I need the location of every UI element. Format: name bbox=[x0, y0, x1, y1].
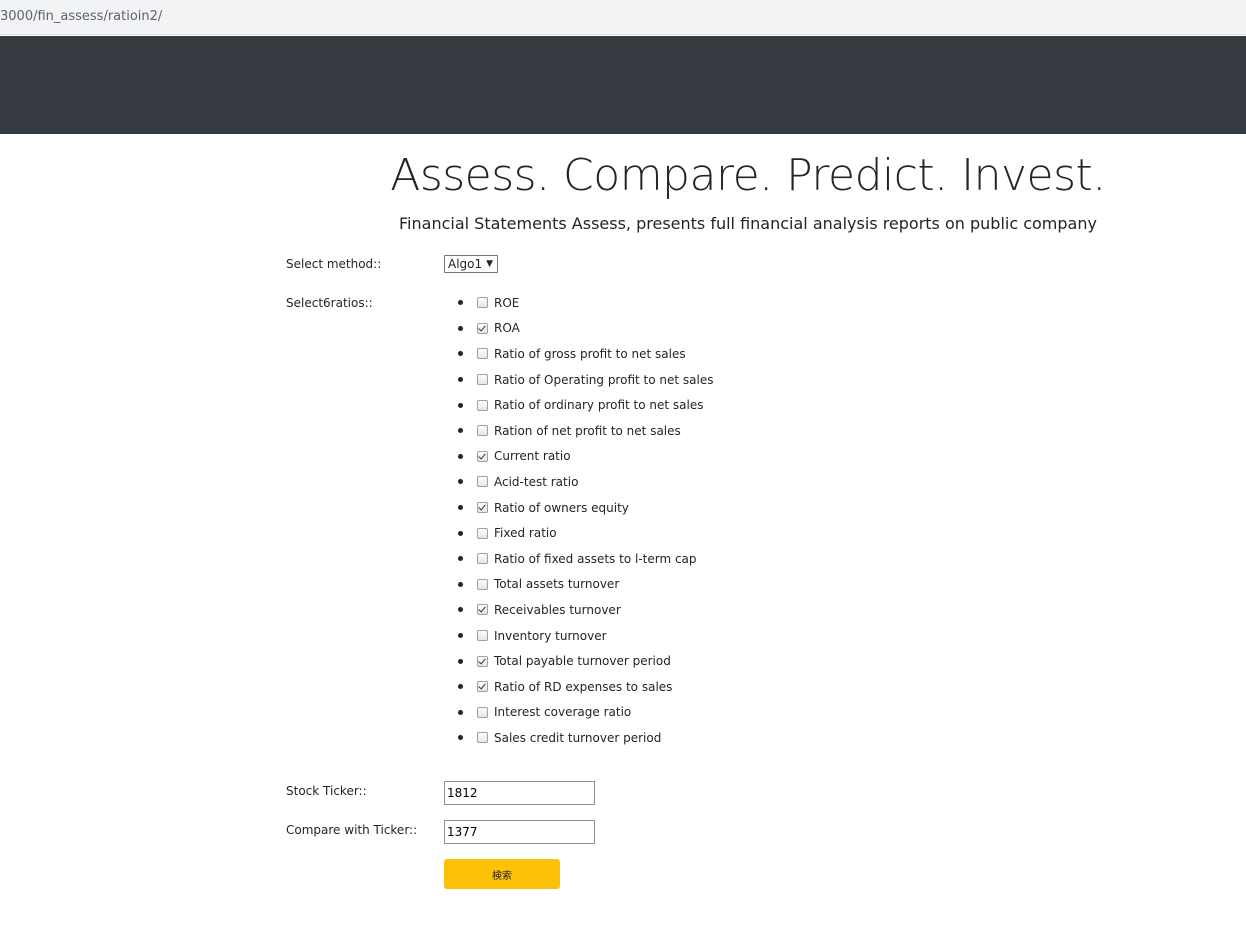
ratio-label[interactable]: Current ratio bbox=[494, 449, 571, 463]
bullet-icon bbox=[458, 351, 463, 357]
compare-ticker-label: Compare with Ticker:: bbox=[286, 823, 418, 837]
ratio-list-item: Total assets turnover bbox=[458, 572, 713, 598]
ratio-list-item: ROA bbox=[458, 316, 713, 342]
bullet-icon bbox=[458, 428, 463, 434]
ratio-checkbox[interactable] bbox=[477, 578, 488, 590]
ratio-label[interactable]: Ratio of fixed assets to l-term cap bbox=[494, 552, 697, 566]
method-select-value: Algo1 bbox=[448, 257, 483, 271]
bullet-icon bbox=[458, 735, 463, 741]
ratio-list-item: Fixed ratio bbox=[458, 520, 713, 546]
ratio-list-item: Ratio of ordinary profit to net sales bbox=[458, 392, 713, 418]
bullet-icon bbox=[458, 402, 463, 408]
ratio-checkbox[interactable] bbox=[477, 553, 488, 565]
ratio-checkbox[interactable] bbox=[477, 502, 488, 514]
bullet-icon bbox=[458, 607, 463, 613]
chevron-down-icon: ▼ bbox=[486, 258, 494, 269]
ratio-checkbox[interactable] bbox=[477, 681, 488, 693]
ratio-list-item: Inventory turnover bbox=[458, 623, 713, 649]
ratio-label[interactable]: Fixed ratio bbox=[494, 526, 557, 540]
ratio-list-item: Ratio of Operating profit to net sales bbox=[458, 367, 713, 393]
ratio-label[interactable]: Receivables turnover bbox=[494, 603, 621, 617]
ratio-label[interactable]: Sales credit turnover period bbox=[494, 731, 661, 745]
ratio-label[interactable]: Acid-test ratio bbox=[494, 475, 578, 489]
bullet-icon bbox=[458, 453, 463, 459]
ratio-label[interactable]: Ratio of gross profit to net sales bbox=[494, 347, 686, 361]
ratio-checkbox[interactable] bbox=[477, 476, 488, 488]
compare-ticker-input[interactable] bbox=[444, 820, 595, 844]
ratio-label[interactable]: Ratio of Operating profit to net sales bbox=[494, 373, 713, 387]
ratio-label[interactable]: Inventory turnover bbox=[494, 629, 607, 643]
ratio-checkbox[interactable] bbox=[477, 706, 488, 718]
ratio-list-item: Ratio of owners equity bbox=[458, 495, 713, 521]
ratio-checkbox[interactable] bbox=[477, 450, 488, 462]
ratio-checkbox[interactable] bbox=[477, 630, 488, 642]
ratio-checkbox[interactable] bbox=[477, 322, 488, 334]
bullet-icon bbox=[458, 325, 463, 331]
bullet-icon bbox=[458, 658, 463, 664]
url-text[interactable]: 3000/fin_assess/ratioin2/ bbox=[0, 9, 162, 24]
ratio-list-item: Ratio of fixed assets to l-term cap bbox=[458, 546, 713, 572]
stock-ticker-label: Stock Ticker:: bbox=[286, 784, 367, 798]
ratios-label: Select6ratios:: bbox=[286, 296, 373, 310]
ratio-checkbox[interactable] bbox=[477, 604, 488, 616]
ratio-label[interactable]: Ratio of owners equity bbox=[494, 501, 629, 515]
ratio-list-item: Ratio of gross profit to net sales bbox=[458, 341, 713, 367]
bullet-icon bbox=[458, 556, 463, 562]
ratio-checkbox[interactable] bbox=[477, 732, 488, 744]
page-title: Assess. Compare. Predict. Invest. bbox=[390, 150, 1106, 201]
ratio-label[interactable]: ROE bbox=[494, 296, 519, 310]
bullet-icon bbox=[458, 684, 463, 690]
ratio-list-item: Acid-test ratio bbox=[458, 469, 713, 495]
ratio-list-item: Current ratio bbox=[458, 444, 713, 470]
bullet-icon bbox=[458, 300, 463, 306]
ratio-list-item: Total payable turnover period bbox=[458, 648, 713, 674]
method-select[interactable]: Algo1 ▼ bbox=[444, 255, 499, 273]
stock-ticker-input[interactable] bbox=[444, 781, 595, 805]
bullet-icon bbox=[458, 633, 463, 639]
bullet-icon bbox=[458, 581, 463, 587]
bullet-icon bbox=[458, 377, 463, 383]
method-label: Select method:: bbox=[286, 257, 382, 271]
ratio-checkbox-list: ROE ROA Ratio of gross profit to net sales… bbox=[458, 290, 713, 751]
ratio-list-item: Ration of net profit to net sales bbox=[458, 418, 713, 444]
ratio-checkbox[interactable] bbox=[477, 425, 488, 437]
ratio-checkbox[interactable] bbox=[477, 374, 488, 386]
ratio-label[interactable]: Total payable turnover period bbox=[494, 654, 671, 668]
ratio-label[interactable]: Interest coverage ratio bbox=[494, 705, 631, 719]
ratio-label[interactable]: ROA bbox=[494, 321, 520, 335]
top-navbar bbox=[0, 36, 1246, 134]
ratio-checkbox[interactable] bbox=[477, 527, 488, 539]
ratio-label[interactable]: Ratio of RD expenses to sales bbox=[494, 680, 672, 694]
ratio-label[interactable]: Ration of net profit to net sales bbox=[494, 424, 681, 438]
ratio-list-item: ROE bbox=[458, 290, 713, 316]
bullet-icon bbox=[458, 709, 463, 715]
ratio-list-item: Sales credit turnover period bbox=[458, 725, 713, 751]
ratio-checkbox[interactable] bbox=[477, 348, 488, 360]
browser-address-bar[interactable]: 3000/fin_assess/ratioin2/ bbox=[0, 0, 1246, 35]
search-button[interactable]: 検索 bbox=[444, 859, 560, 889]
ratio-checkbox[interactable] bbox=[477, 399, 488, 411]
ratio-label[interactable]: Ratio of ordinary profit to net sales bbox=[494, 398, 703, 412]
ratio-list-item: Interest coverage ratio bbox=[458, 700, 713, 726]
bullet-icon bbox=[458, 479, 463, 485]
ratio-list-item: Receivables turnover bbox=[458, 597, 713, 623]
ratio-checkbox[interactable] bbox=[477, 655, 488, 667]
ratio-list-item: Ratio of RD expenses to sales bbox=[458, 674, 713, 700]
bullet-icon bbox=[458, 505, 463, 511]
bullet-icon bbox=[458, 530, 463, 536]
page-subtitle: Financial Statements Assess, presents fu… bbox=[399, 214, 1097, 233]
ratio-checkbox[interactable] bbox=[477, 297, 488, 309]
ratio-label[interactable]: Total assets turnover bbox=[494, 577, 619, 591]
